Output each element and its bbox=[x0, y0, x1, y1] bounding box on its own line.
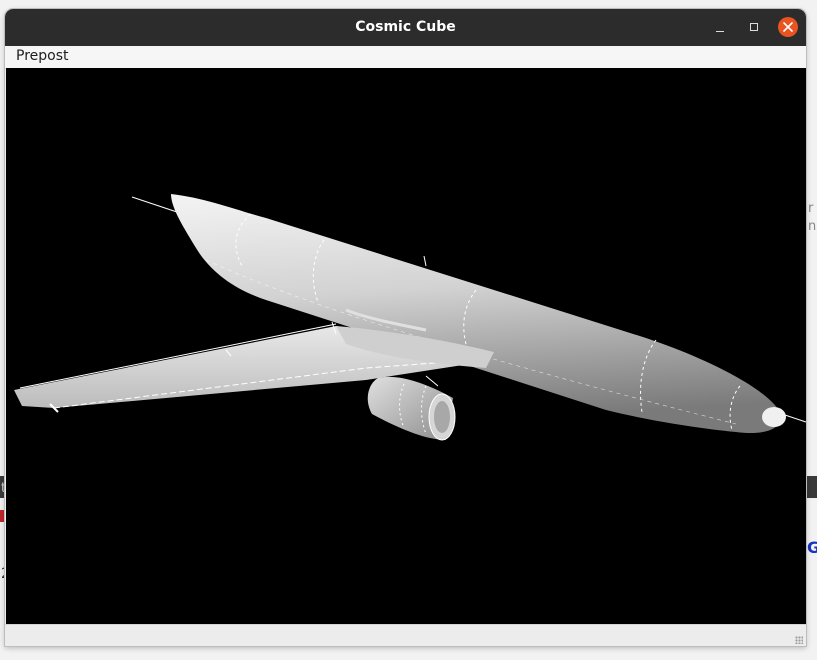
window-title: Cosmic Cube bbox=[355, 19, 456, 35]
close-icon bbox=[783, 22, 793, 32]
background-text-fragment: n bbox=[808, 219, 817, 234]
3d-viewport[interactable] bbox=[6, 68, 806, 624]
close-button[interactable] bbox=[778, 17, 798, 37]
resize-grip[interactable] bbox=[795, 636, 803, 644]
status-bar bbox=[5, 624, 806, 646]
airplane-model-render bbox=[14, 194, 806, 441]
engine-nacelle bbox=[367, 375, 456, 441]
app-window: Cosmic Cube Prepost bbox=[5, 9, 806, 646]
background-panel-edge-right bbox=[806, 476, 817, 498]
minimize-button[interactable] bbox=[710, 18, 730, 38]
maximize-button[interactable] bbox=[744, 18, 764, 38]
menu-prepost[interactable]: Prepost bbox=[16, 48, 69, 64]
background-link-fragment: G bbox=[807, 538, 817, 557]
fuselage bbox=[171, 194, 786, 434]
title-bar[interactable]: Cosmic Cube bbox=[5, 9, 806, 46]
background-text-fragment: r bbox=[808, 201, 814, 216]
menu-bar: Prepost bbox=[5, 46, 806, 69]
